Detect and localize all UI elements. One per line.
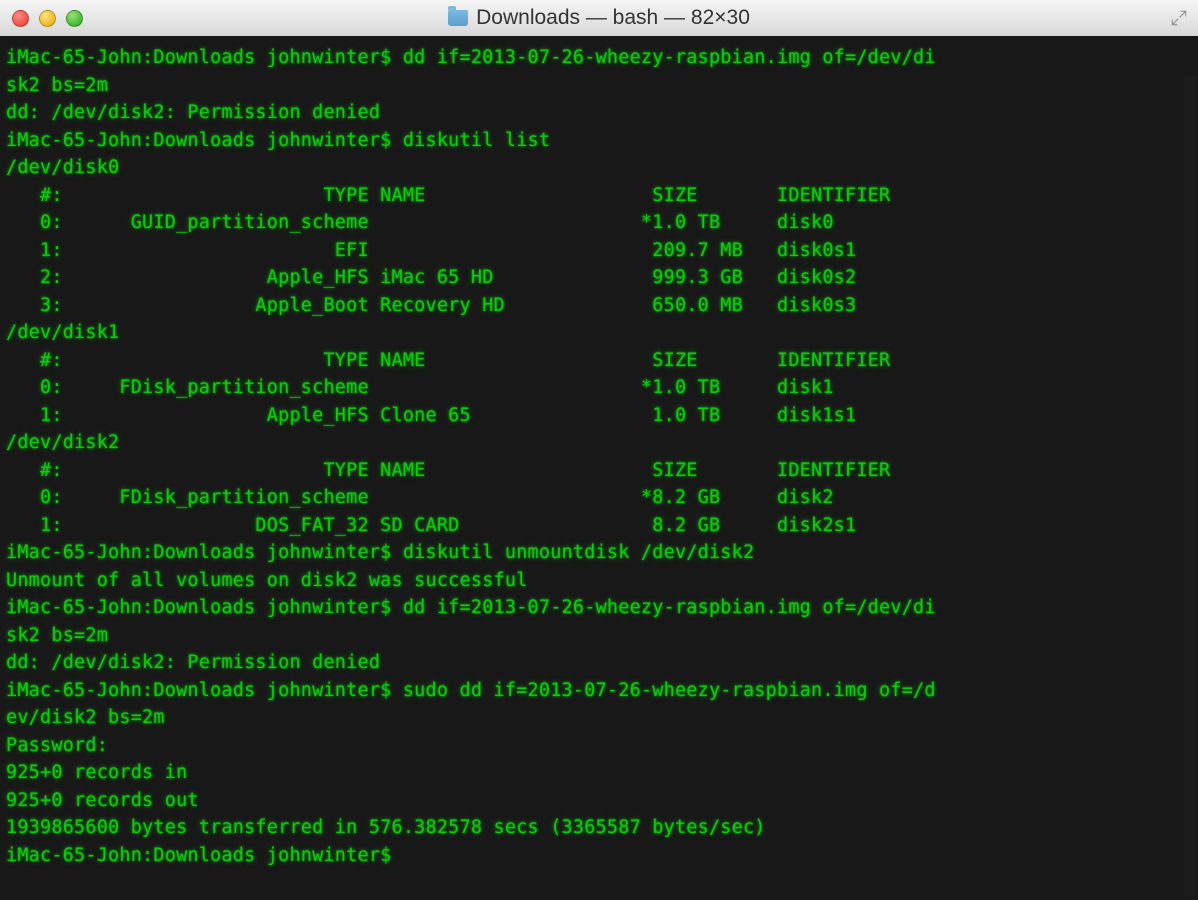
window-title-text: Downloads — bash — 82×30	[476, 6, 750, 30]
terminal-window: Downloads — bash — 82×30 iMac-65-John:Do…	[0, 0, 1198, 900]
close-button[interactable]	[12, 10, 29, 27]
minimize-button[interactable]	[39, 10, 56, 27]
terminal-viewport[interactable]: iMac-65-John:Downloads johnwinter$ dd if…	[0, 36, 1198, 900]
terminal-output[interactable]: iMac-65-John:Downloads johnwinter$ dd if…	[6, 44, 1198, 869]
fullscreen-icon[interactable]	[1170, 9, 1188, 27]
window-controls	[12, 10, 83, 27]
window-title: Downloads — bash — 82×30	[0, 6, 1198, 30]
titlebar[interactable]: Downloads — bash — 82×30	[0, 0, 1198, 37]
zoom-button[interactable]	[66, 10, 83, 27]
scrollbar[interactable]	[1184, 76, 1196, 896]
folder-icon	[448, 10, 468, 26]
